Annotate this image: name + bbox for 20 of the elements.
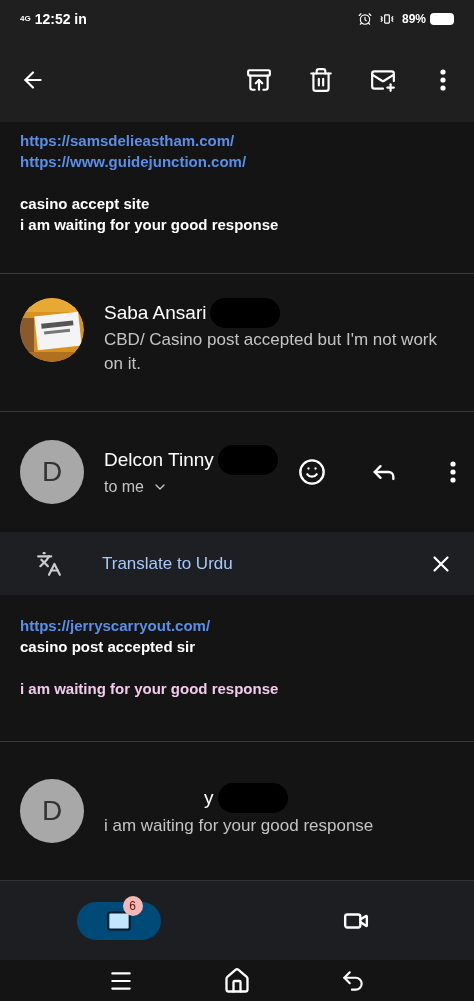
body-link[interactable]: https://jerryscarryout.com/ [20, 615, 211, 636]
status-time: 12:52 in [34, 9, 87, 29]
body-text: i am waiting for your good response [20, 679, 279, 699]
network-label: 4G [20, 15, 31, 23]
sender-name: y [203, 786, 214, 810]
body-text: casino accept site [20, 194, 150, 214]
battery-level: 89% [401, 11, 426, 28]
translate-button[interactable]: Translate to Urdu [102, 550, 233, 577]
unread-badge: 6 [122, 895, 143, 916]
body-link[interactable]: https://www.guidejunction.com/ [20, 151, 247, 172]
body-text: i am waiting for your good response [20, 215, 279, 235]
recipient-toggle[interactable]: to me [104, 475, 168, 499]
body-link[interactable]: https://samsdelieastham.com/ [20, 130, 235, 151]
avatar: D [20, 779, 84, 843]
message-snippet: CBD/ Casino post accepted but I'm not work on it. [104, 329, 438, 375]
avatar: D [20, 440, 84, 504]
body-text: casino post accepted sir [20, 637, 196, 657]
message-snippet: i am waiting for your good response [104, 815, 374, 838]
sender-name: Saba Ansari [104, 300, 207, 325]
sender-name: Delcon Tinny [104, 447, 214, 472]
